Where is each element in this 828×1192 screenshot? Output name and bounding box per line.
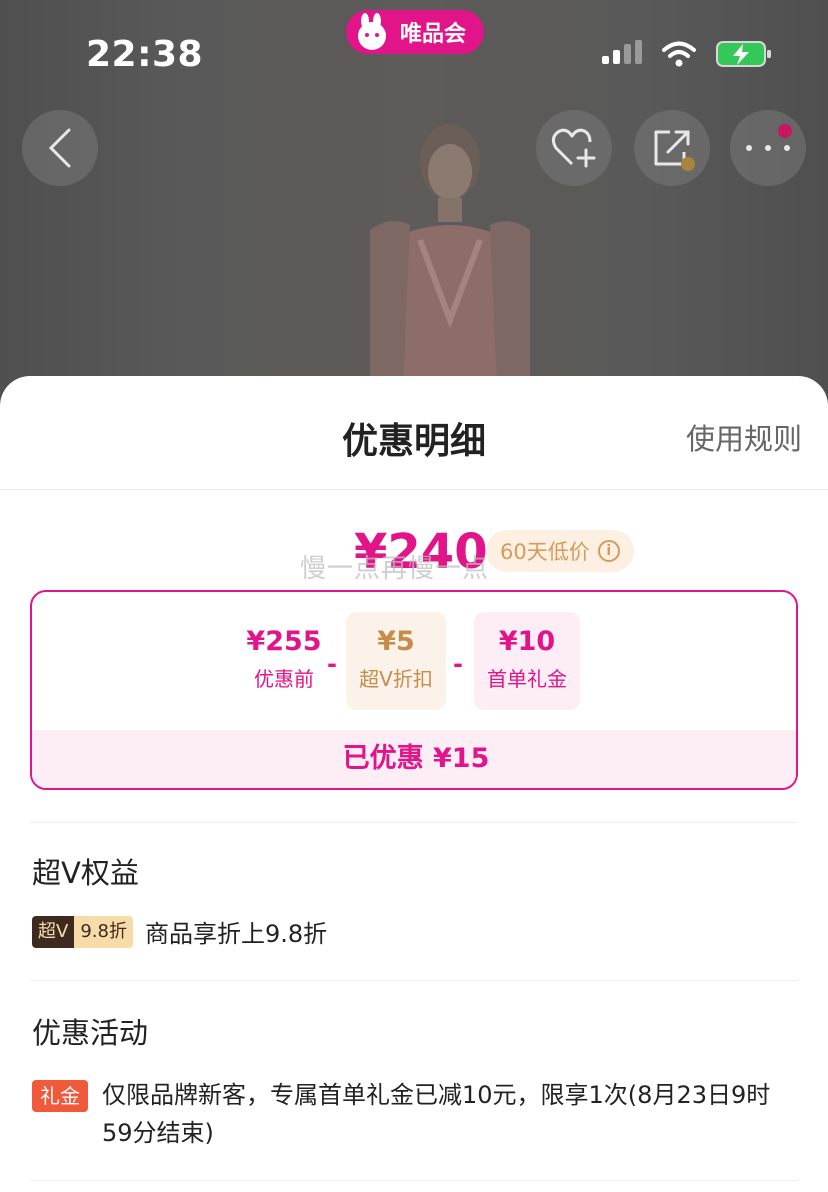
heart-plus-icon	[551, 128, 596, 168]
usage-rules-link[interactable]: 使用规则	[686, 416, 802, 458]
superv-tag: 超V 9.8折	[32, 915, 133, 948]
first-order-gift-item: ¥10 首单礼金	[474, 612, 580, 710]
notification-dot	[778, 124, 792, 138]
divider	[30, 980, 798, 981]
breakdown-row: ¥255 优惠前 - ¥5 超V折扣 - ¥10 首单礼金	[32, 612, 796, 712]
back-button[interactable]	[22, 110, 98, 186]
superv-discount-label: 超V折扣	[359, 667, 433, 691]
share-icon	[654, 130, 695, 171]
battery-charging-icon	[716, 41, 771, 67]
status-icons	[582, 40, 772, 68]
sheet-header: 优惠明细 使用规则	[0, 376, 828, 490]
mascot-icon	[358, 13, 386, 50]
toast-overlay: 慢一点再慢一点	[300, 554, 490, 584]
divider	[30, 1180, 798, 1181]
original-price-amount: ¥255	[246, 626, 322, 657]
signal-icon	[602, 40, 642, 64]
info-icon: i	[597, 540, 620, 562]
wifi-icon	[662, 41, 696, 67]
status-time: 22:38	[86, 34, 204, 75]
back-icon	[48, 128, 71, 168]
product-toolbar	[0, 108, 828, 188]
favorite-button[interactable]	[536, 110, 612, 186]
share-button[interactable]	[634, 110, 710, 186]
price-breakdown-card: ¥255 优惠前 - ¥5 超V折扣 - ¥10 首单礼金 已优惠 ¥15	[30, 590, 798, 790]
superv-perk-text: 商品享折上9.8折	[144, 920, 328, 948]
first-order-gift-amount: ¥10	[498, 626, 556, 657]
original-price-item: ¥255 优惠前	[226, 612, 342, 710]
superv-section-title: 超V权益	[32, 856, 139, 890]
superv-discount-item: ¥5 超V折扣	[346, 612, 446, 710]
superv-tag-right: 9.8折	[74, 915, 133, 948]
minus-sign: -	[453, 650, 463, 678]
app-badge[interactable]: 唯品会	[346, 10, 484, 54]
first-order-gift-label: 首单礼金	[487, 667, 567, 691]
status-bar: 22:38 唯品会	[0, 0, 828, 100]
superv-discount-amount: ¥5	[377, 626, 415, 657]
app-name: 唯品会	[400, 22, 467, 47]
total-saved: 已优惠 ¥15	[32, 730, 796, 788]
gift-tag: 礼金	[32, 1080, 88, 1112]
minus-sign: -	[327, 650, 337, 678]
more-button[interactable]	[730, 110, 806, 186]
promotions-section-title: 优惠活动	[32, 1016, 149, 1050]
original-price-label: 优惠前	[254, 667, 314, 691]
low-price-label: 60天低价	[500, 540, 590, 564]
discount-detail-sheet: 优惠明细 使用规则 ¥240 60天低价 i 慢一点再慢一点 ¥255 优惠前 …	[0, 376, 828, 1192]
more-icon	[746, 145, 790, 151]
superv-perk-row: 超V 9.8折 商品享折上9.8折	[32, 914, 327, 949]
promotion-text: 仅限品牌新客，专属首单礼金已减10元，限享1次(8月23日9时59分结束)	[102, 1081, 771, 1147]
low-price-badge[interactable]: 60天低价 i	[486, 530, 634, 572]
divider	[30, 822, 798, 823]
superv-tag-left: 超V	[32, 915, 75, 948]
